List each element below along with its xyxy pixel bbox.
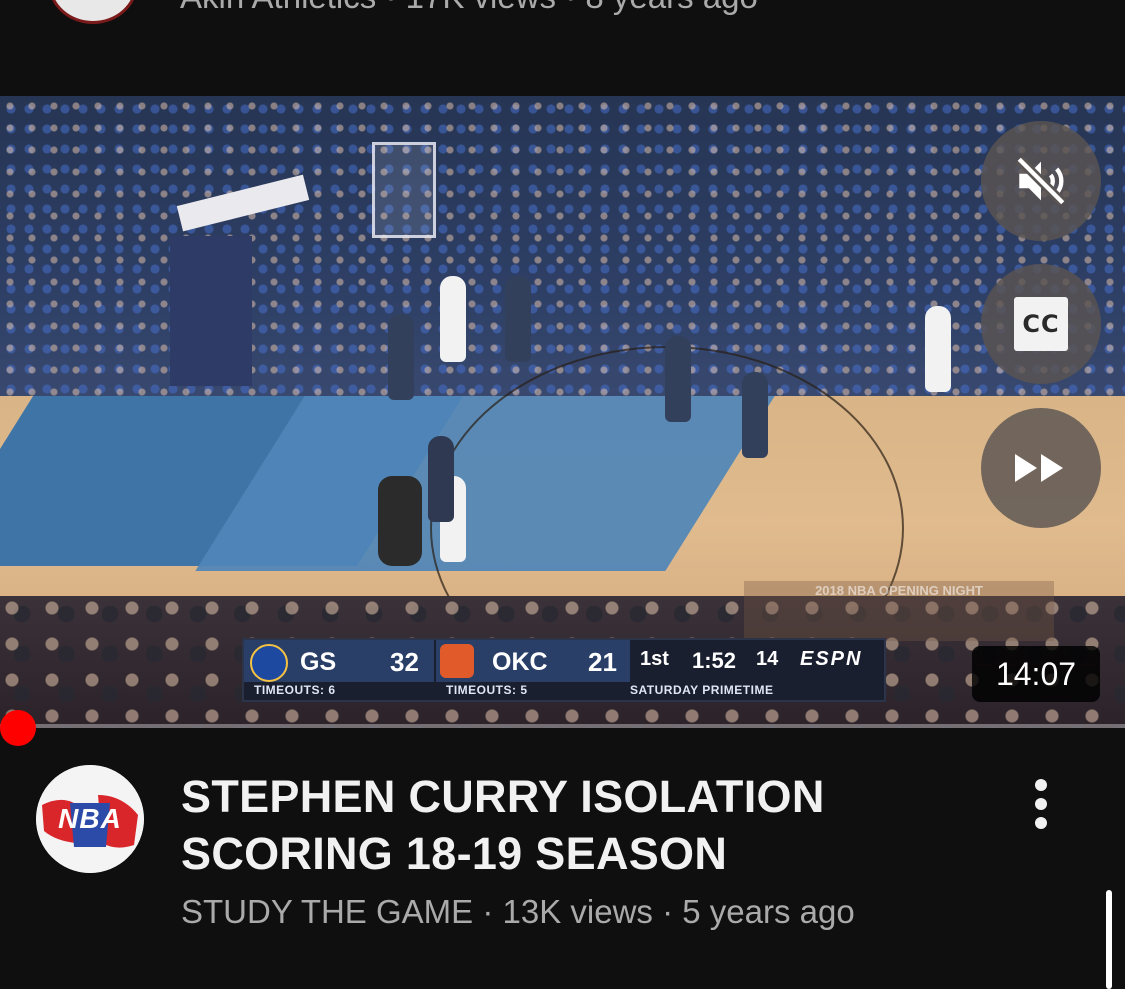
game-period: 1st (640, 648, 669, 670)
away-team-name: OKC (492, 648, 548, 676)
player-figure (440, 276, 466, 362)
more-dot-icon (1035, 817, 1047, 829)
previous-view-count: 17K views (406, 0, 556, 15)
mute-button[interactable] (981, 121, 1101, 241)
progress-bar[interactable] (0, 724, 1125, 728)
page-scrollbar[interactable] (1106, 890, 1112, 989)
referee-figure (378, 476, 422, 566)
player-figure (428, 436, 454, 522)
player-figure (742, 372, 768, 458)
home-team-panel: GS 32 (244, 640, 434, 682)
channel-avatar-text: NBA (58, 803, 122, 834)
away-team-score: 21 (588, 647, 617, 677)
network-logo: ESPN (800, 648, 863, 670)
view-count: 13K views (502, 893, 653, 930)
broadcast-subtitle: SATURDAY PRIMETIME (630, 683, 774, 697)
previous-video-meta: Akin Athletics · 17K views · 8 years ago (180, 0, 758, 16)
fast-forward-button[interactable] (981, 408, 1101, 528)
player-figure (665, 336, 691, 422)
fast-forward-icon (1015, 454, 1063, 482)
overlay-graphic: 2018 NBA OPENING NIGHT (744, 581, 1054, 641)
shot-clock: 14 (756, 648, 779, 670)
more-dot-icon (1035, 779, 1047, 791)
volume-muted-icon (1015, 155, 1067, 207)
captions-button[interactable]: CC (981, 264, 1101, 384)
channel-name[interactable]: STUDY THE GAME (181, 893, 473, 930)
game-clock: 1:52 (692, 648, 737, 673)
upload-age: 5 years ago (682, 893, 855, 930)
captions-icon: CC (1014, 297, 1068, 351)
duration-badge: 14:07 (972, 646, 1100, 702)
home-team-name: GS (300, 648, 337, 676)
overlay-text: 2018 NBA OPENING NIGHT (815, 583, 983, 598)
progress-scrubber-handle[interactable] (0, 710, 36, 746)
home-team-score: 32 (390, 647, 419, 677)
away-team-panel: OKC 21 (436, 640, 630, 682)
channel-avatar[interactable]: NBA (36, 765, 144, 873)
video-meta: STUDY THE GAME · 13K views · 5 years ago (181, 893, 855, 931)
more-dot-icon (1035, 798, 1047, 810)
meta-separator: · (662, 893, 674, 930)
backboard (372, 142, 436, 238)
previous-channel-avatar[interactable] (48, 0, 138, 24)
player-figure (388, 314, 414, 400)
previous-upload-age: 8 years ago (585, 0, 757, 15)
scorebug: GS 32 OKC 21 TIMEOUTS: 6 TIMEOUTS: 5 1st… (242, 638, 886, 702)
player-figure (925, 306, 951, 392)
player-figure (505, 276, 531, 362)
thunder-logo-icon (440, 644, 474, 678)
meta-separator: · (482, 893, 494, 930)
stanchion-pad (170, 236, 252, 386)
warriors-logo-icon (250, 644, 288, 682)
home-timeouts: TIMEOUTS: 6 (254, 683, 336, 697)
more-options-button[interactable] (1010, 768, 1072, 840)
previous-channel-name: Akin Athletics (180, 0, 376, 15)
away-timeouts: TIMEOUTS: 5 (446, 683, 528, 697)
meta-separator: · (385, 0, 396, 15)
video-player[interactable]: CC 2018 NBA OPENING NIGHT GS 32 OKC 21 T… (0, 96, 1125, 728)
video-title[interactable]: STEPHEN CURRY ISOLATION SCORING 18-19 SE… (181, 768, 941, 882)
meta-separator: · (565, 0, 576, 15)
